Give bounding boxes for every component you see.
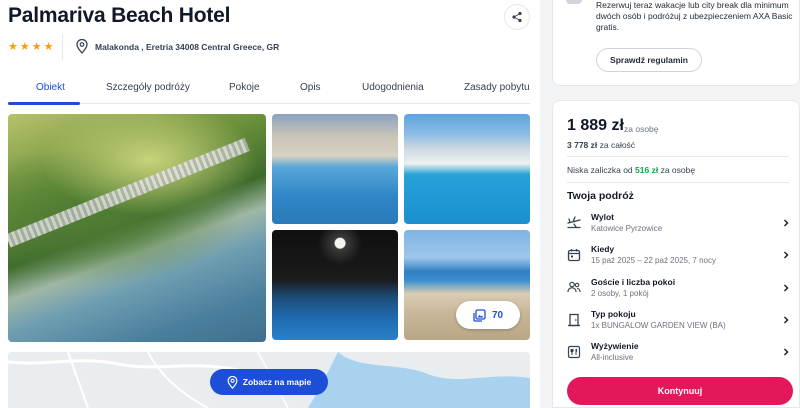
tab-description[interactable]: Opis (300, 82, 321, 93)
star-icon: ★ (43, 41, 54, 53)
trip-row-label: Wylot (591, 212, 614, 222)
location-pin-icon (227, 375, 238, 389)
hotel-photo-pool-building[interactable] (404, 114, 530, 224)
plane-icon (567, 216, 581, 229)
trip-row-value: 2 osoby, 1 pokój (591, 289, 649, 298)
show-on-map-label: Zobacz na mapie (242, 377, 312, 387)
location-pin-icon (76, 39, 88, 54)
tab-travel-details[interactable]: Szczegóły podróży (106, 82, 190, 93)
star-icon: ★ (19, 41, 30, 53)
trip-row-value: 15 paź 2025 – 22 paź 2025, 7 nocy (591, 256, 716, 265)
gallery-button[interactable]: 70 (456, 301, 520, 329)
deposit-amount: 516 zł (635, 165, 659, 175)
tab-obiekt[interactable]: Obiekt (36, 82, 65, 93)
star-icon: ★ (31, 41, 42, 53)
trip-row-value: All-inclusive (591, 353, 634, 362)
check-terms-button[interactable]: Sprawdź regulamin (596, 48, 702, 72)
divider (62, 34, 63, 60)
trip-row-value: Katowice Pyrzowice (591, 224, 663, 233)
star-icon: ★ (8, 41, 18, 53)
total-price: 3 778 zł za całość (567, 140, 635, 150)
meal-icon (567, 345, 581, 359)
tab-amenities[interactable]: Udogodnienia (362, 82, 424, 93)
hotel-name: Palmariva Beach Hotel (8, 4, 231, 27)
trip-row-label: Wyżywienie (591, 341, 639, 351)
photo-count: 70 (491, 309, 504, 321)
chevron-right-icon (784, 284, 789, 292)
divider (567, 156, 789, 157)
total-unit: za całość (599, 140, 636, 150)
calendar-icon (567, 249, 581, 262)
deposit-info: Niska zaliczka od 516 zł za osobę (567, 165, 695, 175)
total-value: 3 778 zł (567, 140, 598, 150)
chevron-right-icon (784, 219, 789, 227)
tab-rooms[interactable]: Pokoje (229, 82, 260, 93)
hotel-photo-aerial[interactable] (8, 114, 266, 342)
promo-icon (566, 0, 582, 4)
guests-icon (567, 281, 581, 293)
chevron-right-icon (784, 251, 789, 259)
chevron-right-icon (784, 316, 789, 324)
show-on-map-button[interactable]: Zobacz na mapie (210, 369, 328, 395)
door-icon (568, 313, 580, 327)
hotel-photo-night-pool[interactable] (272, 230, 398, 340)
chevron-right-icon (784, 348, 789, 356)
tab-house-rules[interactable]: Zasady pobytu (464, 82, 530, 93)
trip-row-value: 1x BUNGALOW GARDEN VIEW (BA) (591, 321, 726, 330)
trip-row-label: Typ pokoju (591, 309, 636, 319)
share-icon (512, 11, 522, 23)
photo-gallery-icon (473, 308, 486, 322)
deposit-suffix: za osobę (660, 165, 696, 175)
hotel-photo-pool[interactable] (272, 114, 398, 224)
trip-row-label: Kiedy (591, 244, 615, 254)
promo-text: Rezerwuj teraz wakacje lub city break dl… (596, 0, 793, 32)
active-tab-indicator (8, 102, 80, 105)
continue-button[interactable]: Kontynuuj (567, 377, 793, 405)
hotel-address[interactable]: Malakonda , Eretria 34008 Central Greece… (95, 42, 279, 52)
trip-section-title: Twoja podróż (567, 190, 634, 202)
divider (567, 182, 789, 183)
deposit-prefix: Niska zaliczka od (567, 165, 633, 175)
price-unit: za osobę (624, 124, 659, 134)
section-tabs: Obiekt Szczegóły podróży Pokoje Opis Udo… (8, 76, 530, 104)
share-button[interactable] (504, 4, 530, 30)
trip-row-label: Goście i liczba pokoi (591, 277, 676, 287)
star-rating: ★ ★ ★ ★ (8, 41, 54, 53)
price-per-person: 1 889 zł (567, 117, 624, 134)
